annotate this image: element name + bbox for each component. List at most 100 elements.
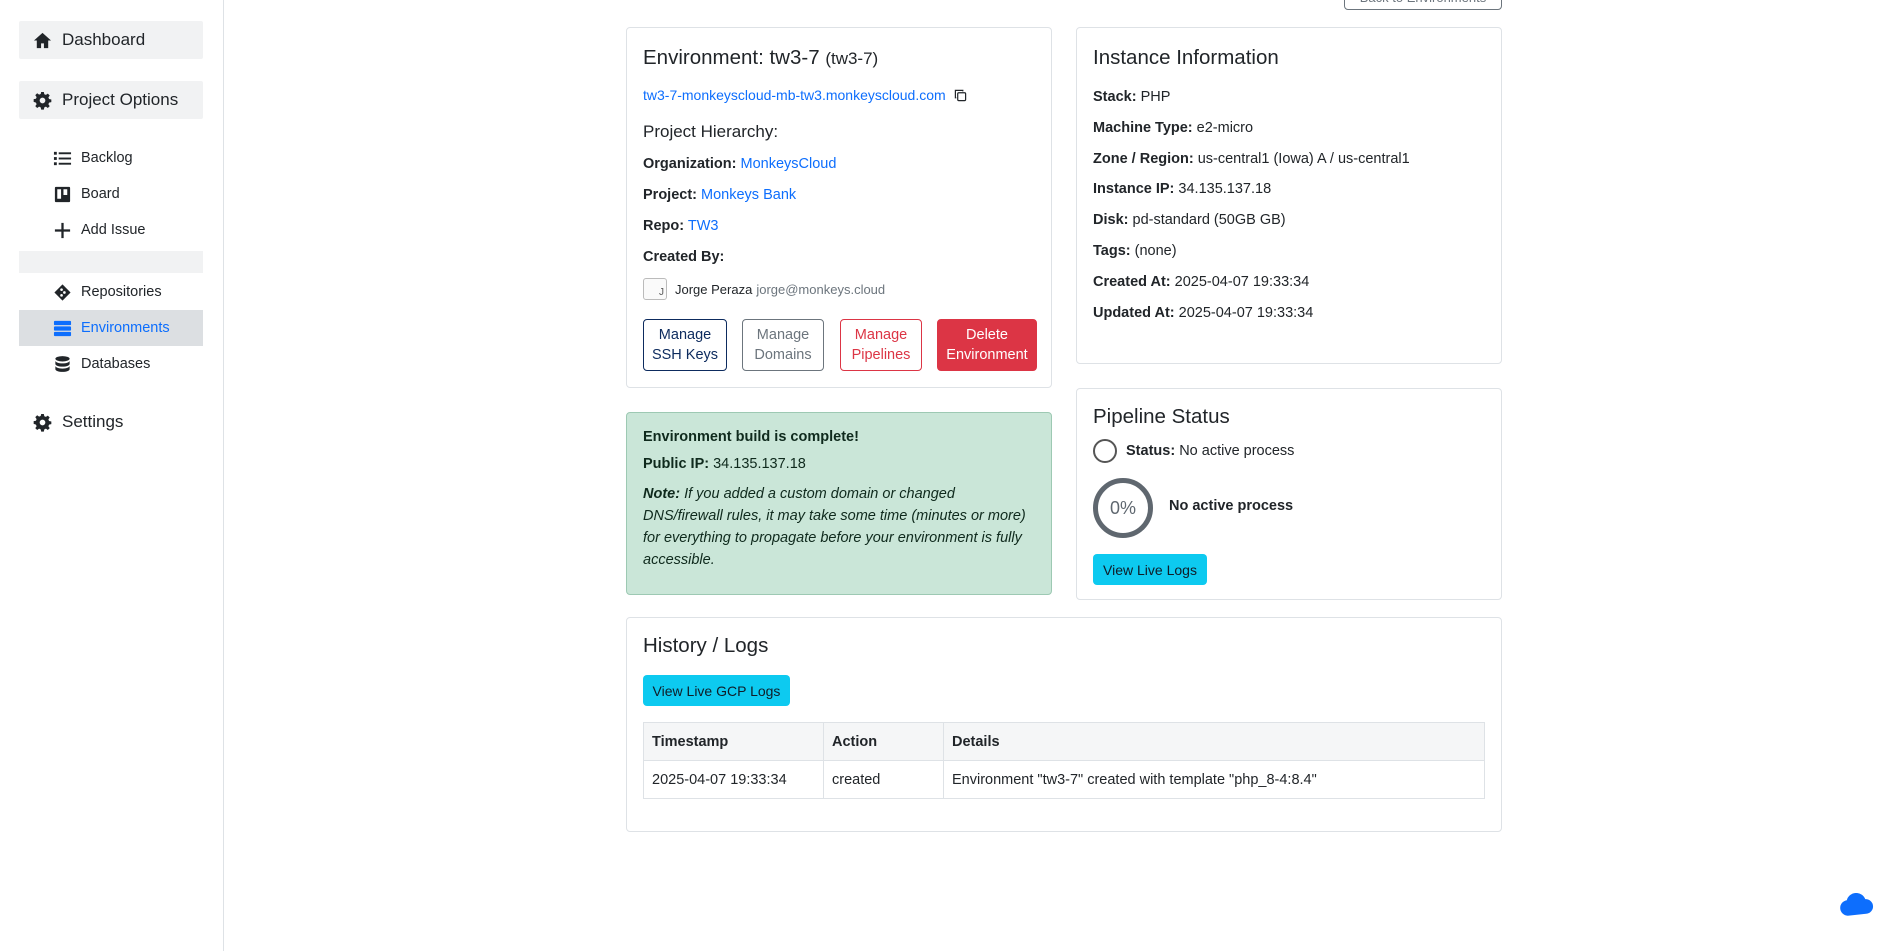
created-by-label: Created By: [643, 249, 725, 265]
environment-title: Environment: tw3-7 (tw3-7) [643, 46, 1035, 70]
instance-row-label: Stack: [1093, 89, 1137, 105]
back-to-environments-button[interactable]: Back to Environments [1344, 0, 1502, 10]
nav-settings-label: Settings [62, 412, 124, 431]
organization-link[interactable]: MonkeysCloud [740, 156, 836, 172]
creator: J Jorge Peraza jorge@monkeys.cloud [643, 278, 885, 300]
nav-settings[interactable]: Settings [19, 403, 203, 441]
copy-icon[interactable] [954, 89, 967, 102]
home-icon [33, 32, 52, 48]
cloud-icon[interactable] [1839, 893, 1874, 917]
history-logs-card: History / Logs View Live GCP Logs Timest… [626, 617, 1502, 832]
instance-row-value: us-central1 (Iowa) A / us-central1 [1197, 151, 1410, 167]
sidebar-item-add-issue[interactable]: Add Issue [19, 212, 203, 248]
delete-environment-button[interactable]: Delete Environment [937, 319, 1037, 371]
sidebar-item-label: Board [81, 186, 120, 202]
public-ip-value: 34.135.137.18 [713, 456, 806, 472]
organization-label: Organization: [643, 156, 737, 172]
status-circle-icon [1093, 439, 1117, 463]
git-icon [54, 283, 71, 301]
plus-icon [54, 222, 71, 238]
avatar: J [643, 278, 667, 300]
sidebar-item-label: Environments [81, 320, 170, 336]
pipeline-status-line: Status: No active process [1093, 439, 1294, 463]
instance-row-value: pd-standard (50GB GB) [1132, 212, 1286, 228]
table-header-row: Timestamp Action Details [643, 722, 1485, 761]
cell-action: created [823, 760, 944, 799]
project-row: Project: Monkeys Bank [643, 187, 796, 203]
pipeline-progress-caption: No active process [1169, 498, 1294, 514]
sidebar-item-board[interactable]: Board [19, 176, 203, 212]
creator-email: jorge@monkeys.cloud [756, 281, 886, 297]
instance-row-value: e2-micro [1196, 120, 1254, 136]
view-live-logs-button[interactable]: View Live Logs [1093, 554, 1207, 585]
sidebar: Dashboard Project Options Backlog Board … [0, 0, 224, 951]
history-table: Timestamp Action Details 2025-04-07 19:3… [643, 722, 1485, 799]
column-header-details: Details [943, 722, 1485, 761]
environment-url-row: tw3-7-monkeyscloud-mb-tw3.monkeyscloud.c… [643, 87, 967, 103]
environment-title-main: Environment: tw3-7 [643, 46, 820, 69]
instance-row-machine-type: Machine Type: e2-micro [1093, 120, 1253, 136]
instance-row-disk: Disk: pd-standard (50GB GB) [1093, 212, 1286, 228]
alert-note-text: If you added a custom domain or changed … [643, 486, 1026, 568]
manage-domains-button[interactable]: Manage Domains [742, 319, 824, 371]
project-label: Project: [643, 187, 697, 203]
repo-link[interactable]: TW3 [688, 218, 719, 234]
instance-row-updated-at: Updated At: 2025-04-07 19:33:34 [1093, 305, 1313, 321]
instance-row-label: Tags: [1093, 243, 1131, 259]
manage-pipelines-button[interactable]: Manage Pipelines [840, 319, 922, 371]
sidebar-item-databases[interactable]: Databases [19, 346, 203, 382]
instance-row-label: Disk: [1093, 212, 1129, 228]
instance-row-value: 2025-04-07 19:33:34 [1174, 274, 1310, 290]
sidebar-item-label: Databases [81, 356, 151, 372]
column-header-timestamp: Timestamp [643, 722, 824, 761]
environment-card: Environment: tw3-7 (tw3-7) tw3-7-monkeys… [626, 27, 1052, 388]
cell-details: Environment "tw3-7" created with templat… [943, 760, 1485, 799]
creator-name: Jorge Peraza [675, 281, 753, 297]
pipeline-progress-ring: 0% [1093, 478, 1153, 538]
database-icon [55, 355, 70, 372]
instance-information-card: Instance Information Stack: PHP Machine … [1076, 27, 1502, 364]
sidebar-item-environments[interactable]: Environments [19, 310, 203, 346]
repo-label: Repo: [643, 218, 685, 234]
pipeline-status-value: No active process [1179, 443, 1295, 459]
sidebar-item-repositories[interactable]: Repositories [19, 274, 203, 310]
instance-row-value: PHP [1140, 89, 1171, 105]
list-icon [53, 151, 72, 165]
created-by-row: Created By: [643, 249, 724, 265]
nav-dashboard[interactable]: Dashboard [19, 21, 203, 59]
alert-note-label: Note: [643, 486, 681, 502]
gear-icon [33, 413, 52, 432]
repo-row: Repo: TW3 [643, 218, 718, 234]
sidebar-item-label: Backlog [81, 150, 133, 166]
nav-dashboard-label: Dashboard [62, 30, 146, 49]
instance-row-label: Created At: [1093, 274, 1171, 290]
project-link[interactable]: Monkeys Bank [701, 187, 796, 203]
alert-title: Environment build is complete! [643, 429, 859, 445]
public-ip-row: Public IP: 34.135.137.18 [643, 456, 1035, 472]
organization-row: Organization: MonkeysCloud [643, 156, 836, 172]
instance-row-instance-ip: Instance IP: 34.135.137.18 [1093, 181, 1271, 197]
nav-project-options[interactable]: Project Options [19, 81, 203, 119]
instance-row-zone-region: Zone / Region: us-central1 (Iowa) A / us… [1093, 151, 1410, 167]
column-header-action: Action [823, 722, 944, 761]
pipeline-progress-text: 0% [1109, 497, 1136, 518]
sidebar-divider [19, 251, 203, 273]
instance-row-value: 34.135.137.18 [1178, 181, 1272, 197]
sidebar-item-label: Add Issue [81, 222, 146, 238]
environment-url-link[interactable]: tw3-7-monkeyscloud-mb-tw3.monkeyscloud.c… [643, 87, 946, 103]
project-hierarchy-heading: Project Hierarchy: [643, 122, 779, 141]
nav-project-options-label: Project Options [62, 90, 179, 109]
cell-timestamp: 2025-04-07 19:33:34 [643, 760, 824, 799]
instance-information-title: Instance Information [1093, 46, 1279, 69]
instance-row-stack: Stack: PHP [1093, 89, 1170, 105]
instance-row-label: Instance IP: [1093, 181, 1175, 197]
manage-ssh-keys-button[interactable]: Manage SSH Keys [643, 319, 727, 371]
view-live-gcp-logs-button[interactable]: View Live GCP Logs [643, 675, 790, 706]
instance-row-label: Zone / Region: [1093, 151, 1194, 167]
instance-row-tags: Tags: (none) [1093, 243, 1177, 259]
instance-row-label: Machine Type: [1093, 120, 1193, 136]
history-logs-title: History / Logs [643, 634, 769, 657]
gear-icon [33, 91, 52, 110]
sidebar-item-backlog[interactable]: Backlog [19, 140, 203, 176]
environment-title-suffix: (tw3-7) [825, 49, 879, 68]
